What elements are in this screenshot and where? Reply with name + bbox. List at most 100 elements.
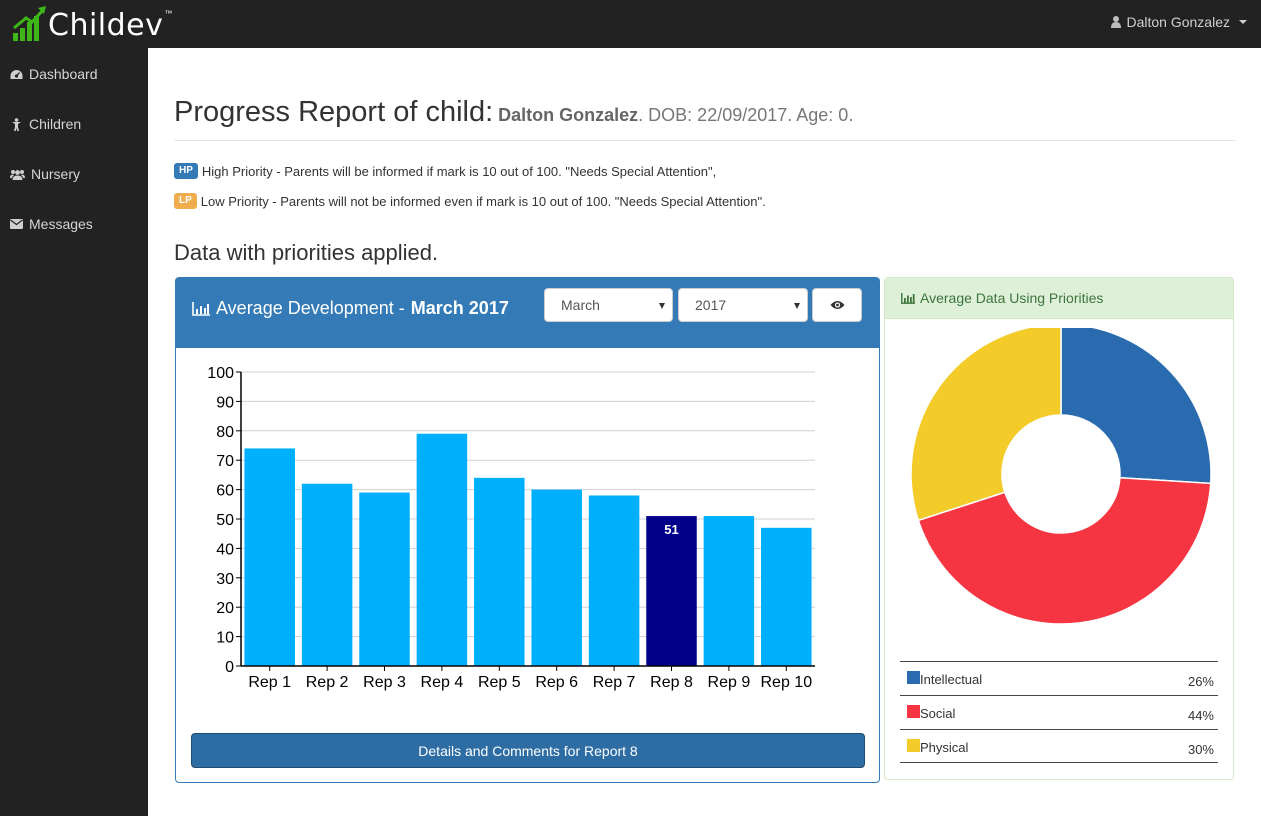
y-tick-label: 80 <box>216 424 234 441</box>
legend-row: Intellectual 26% <box>900 661 1218 695</box>
bar <box>588 495 640 666</box>
user-name: Dalton Gonzalez <box>1126 14 1230 30</box>
app-name: Childev <box>48 8 164 43</box>
y-tick-label: 10 <box>216 630 234 647</box>
high-priority-note: HP High Priority - Parents will be infor… <box>174 162 716 180</box>
legend-row: Social 44% <box>900 695 1218 729</box>
dashboard-icon <box>10 69 23 79</box>
panel-title-period: March 2017 <box>410 298 509 318</box>
legend-percent: 44% <box>1187 708 1214 723</box>
y-tick-label: 40 <box>216 541 234 558</box>
panel-heading: Average Development - March 2017 March 2… <box>176 278 879 348</box>
panel-heading: Average Data Using Priorities <box>885 278 1233 319</box>
legend-label: Intellectual <box>920 672 983 687</box>
sidebar-item-label: Dashboard <box>29 66 98 82</box>
legend-swatch <box>907 671 920 684</box>
sidebar-item-label: Nursery <box>31 166 81 182</box>
lp-badge: LP <box>174 193 197 209</box>
sidebar-item-label: Children <box>29 116 82 132</box>
page-title: Progress Report of child: Dalton Gonzale… <box>174 96 853 136</box>
sidebar: Dashboard Children Nursery Messages <box>0 48 148 816</box>
y-tick-label: 20 <box>216 600 234 617</box>
y-tick-label: 70 <box>216 453 234 470</box>
x-tick-label: Rep 1 <box>248 674 291 691</box>
bar-chart: 0 10 20 30 40 50 60 70 80 90 100 Rep 1 Rep 2 Rep 3 Rep… <box>207 365 815 691</box>
bar <box>244 448 295 666</box>
bar <box>474 477 525 666</box>
eye-icon <box>830 301 844 309</box>
month-select-value: March <box>561 297 600 313</box>
low-priority-note: LP Low Priority - Parents will not be in… <box>174 192 766 210</box>
sidebar-item-messages[interactable]: Messages <box>10 211 93 237</box>
month-select[interactable]: March <box>544 288 673 322</box>
data-label: 51 <box>664 522 678 537</box>
donut-chart <box>910 328 1212 625</box>
top-navbar: Childev ™ Dalton Gonzalez <box>0 0 1261 48</box>
panel-title-text: Average Data Using Priorities <box>920 290 1104 306</box>
pie-legend: Intellectual 26% Social 44% Physical 30% <box>900 661 1218 763</box>
y-tick-label: 50 <box>216 512 234 529</box>
child-icon <box>12 117 21 131</box>
caret-down-icon <box>659 303 665 309</box>
growth-chart-icon <box>13 6 46 41</box>
y-tick-label: 0 <box>225 659 234 676</box>
x-tick-label: Rep 10 <box>761 674 813 691</box>
envelope-icon <box>10 219 23 229</box>
year-select[interactable]: 2017 <box>678 288 808 322</box>
details-comments-button[interactable]: Details and Comments for Report 8 <box>191 733 865 768</box>
x-tick-label: Rep 6 <box>535 674 578 691</box>
sidebar-item-dashboard[interactable]: Dashboard <box>10 61 98 87</box>
lp-text: Low Priority - Parents will not be infor… <box>200 193 766 209</box>
caret-down-icon <box>794 303 800 309</box>
user-menu[interactable]: Dalton Gonzalez <box>1111 14 1247 30</box>
legend-row: Physical 30% <box>900 729 1218 763</box>
legend-percent: 26% <box>1187 674 1214 689</box>
bar <box>761 527 812 666</box>
x-tick-label: Rep 7 <box>593 674 636 691</box>
average-data-panel: Average Data Using Priorities Intellectu… <box>884 277 1234 780</box>
y-tick-label: 100 <box>207 365 234 382</box>
page-title-prefix: Progress Report of child: <box>174 96 494 128</box>
bar <box>646 516 697 666</box>
x-tick-label: Rep 5 <box>478 674 521 691</box>
app-logo[interactable]: Childev ™ <box>12 2 172 46</box>
legend-percent: 30% <box>1187 742 1214 757</box>
view-button[interactable] <box>812 288 862 322</box>
panel-title: Average Data Using Priorities <box>901 290 1103 306</box>
bar-chart-icon <box>901 292 915 304</box>
donut-slice <box>910 328 1062 522</box>
panel-title: Average Development - March 2017 <box>192 298 509 319</box>
donut-slice <box>1060 328 1212 485</box>
x-tick-label: Rep 8 <box>650 674 693 691</box>
child-info: . DOB: 22/09/2017. Age: 0. <box>638 105 854 125</box>
y-tick-label: 60 <box>216 483 234 500</box>
sidebar-item-nursery[interactable]: Nursery <box>10 161 80 187</box>
legend-label: Physical <box>920 740 969 755</box>
child-name: Dalton Gonzalez <box>498 105 639 125</box>
hp-text: High Priority - Parents will be informed… <box>201 163 717 179</box>
bar <box>301 483 353 666</box>
bar <box>703 516 755 666</box>
legend-swatch <box>907 739 920 752</box>
title-divider <box>174 140 1236 141</box>
legend-swatch <box>907 705 920 718</box>
average-development-panel: Average Development - March 2017 March 2… <box>175 277 880 783</box>
chevron-down-icon <box>1239 20 1247 24</box>
sidebar-item-children[interactable]: Children <box>10 111 81 137</box>
x-tick-label: Rep 4 <box>421 674 464 691</box>
x-tick-label: Rep 9 <box>708 674 751 691</box>
hp-badge: HP <box>174 163 198 179</box>
sidebar-item-label: Messages <box>29 216 93 232</box>
year-select-value: 2017 <box>695 297 727 313</box>
user-icon <box>1111 16 1122 28</box>
bar <box>531 489 582 666</box>
legend-label: Social <box>920 706 956 721</box>
bar <box>359 492 410 666</box>
users-icon <box>10 169 25 180</box>
section-title: Data with priorities applied. <box>174 240 439 265</box>
x-tick-label: Rep 3 <box>363 674 406 691</box>
panel-title-text: Average Development - <box>216 298 405 318</box>
bar-chart-icon <box>192 301 210 316</box>
x-tick-label: Rep 2 <box>306 674 349 691</box>
trademark-mark: ™ <box>164 9 173 18</box>
